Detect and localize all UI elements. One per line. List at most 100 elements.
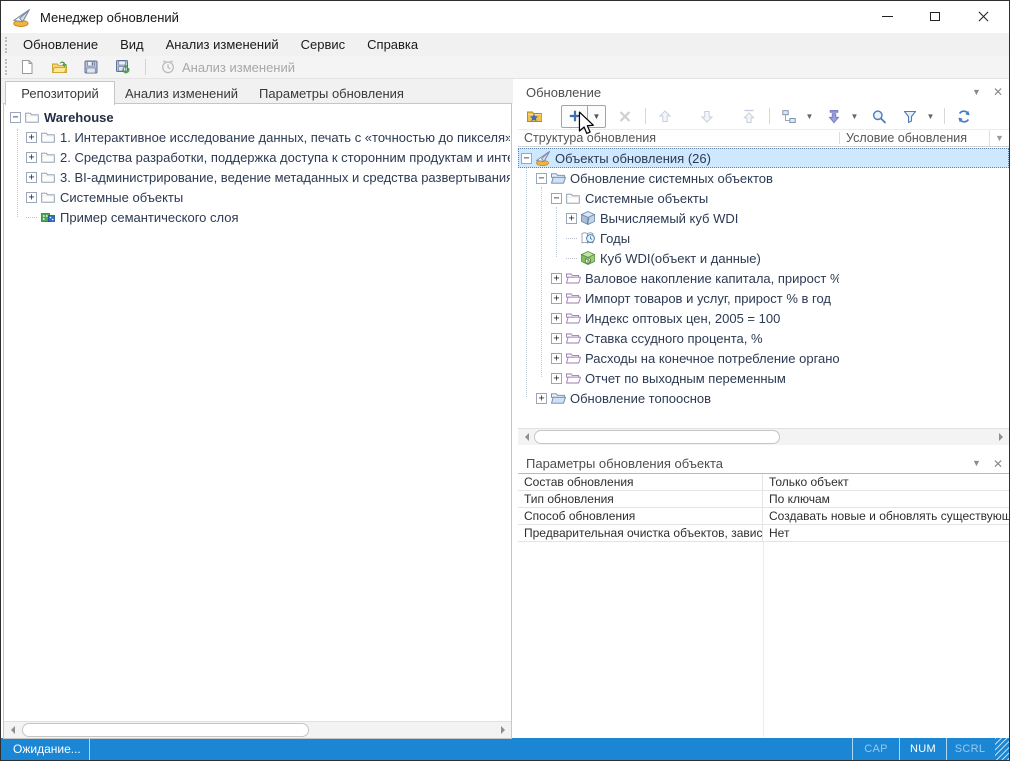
close-icon[interactable]: ✕ bbox=[993, 86, 1003, 98]
tree-row[interactable]: +1. Интерактивное исследование данных, п… bbox=[4, 127, 510, 147]
collapse-icon[interactable]: − bbox=[10, 112, 21, 123]
expand-icon[interactable]: + bbox=[551, 353, 562, 364]
tree-row[interactable]: +3. BI-администрирование, ведение метада… bbox=[4, 167, 510, 187]
chevron-down-icon[interactable]: ▼ bbox=[972, 459, 981, 468]
open-update-button[interactable] bbox=[44, 56, 74, 78]
tree-view-button-dropdown[interactable]: ▼ bbox=[803, 104, 816, 128]
tree-row[interactable]: +Отчет по выходным переменным bbox=[518, 368, 1009, 388]
save-update-button[interactable] bbox=[76, 56, 106, 78]
tab-repository[interactable]: Репозиторий bbox=[5, 81, 115, 105]
add-button[interactable]: ▼ bbox=[561, 105, 606, 128]
column-structure[interactable]: Структура обновления bbox=[524, 131, 656, 145]
tree-row[interactable]: Годы bbox=[518, 228, 1009, 248]
expand-icon[interactable]: + bbox=[551, 273, 562, 284]
expand-icon[interactable]: + bbox=[566, 213, 577, 224]
expand-icon[interactable]: + bbox=[551, 293, 562, 304]
tree-row[interactable]: −Warehouse bbox=[4, 107, 510, 127]
param-row[interactable]: Состав обновленияТолько объект bbox=[518, 474, 1009, 491]
new-update-button[interactable] bbox=[12, 56, 42, 78]
move-top-button[interactable] bbox=[736, 104, 762, 128]
minimize-icon bbox=[882, 16, 893, 17]
menu-item[interactable]: Вид bbox=[109, 34, 155, 56]
scroll-left-icon[interactable] bbox=[518, 429, 534, 445]
param-row[interactable]: Способ обновленияСоздавать новые и обнов… bbox=[518, 508, 1009, 525]
search-button[interactable] bbox=[866, 104, 892, 128]
close-button[interactable] bbox=[959, 1, 1007, 32]
tree-row[interactable]: +Ставка ссудного процента, % bbox=[518, 328, 1009, 348]
move-down-button[interactable] bbox=[694, 104, 720, 128]
expand-icon[interactable]: + bbox=[26, 192, 37, 203]
expand-icon[interactable]: + bbox=[551, 313, 562, 324]
chevron-down-icon[interactable]: ▼ bbox=[972, 88, 981, 97]
tree-row[interactable]: +Обновление топооснов bbox=[518, 388, 1009, 408]
scrollbar-thumb[interactable] bbox=[22, 723, 309, 737]
tree-row[interactable]: −Объекты обновления (26) bbox=[518, 148, 1009, 168]
column-divider[interactable] bbox=[839, 132, 840, 144]
expand-icon[interactable]: + bbox=[26, 132, 37, 143]
collapse-icon[interactable]: − bbox=[521, 153, 532, 164]
add-button[interactable] bbox=[561, 105, 588, 128]
add-update-object-button[interactable] bbox=[521, 104, 547, 128]
tree-row[interactable]: +Импорт товаров и услуг, прирост % в год bbox=[518, 288, 1009, 308]
save-all-button[interactable] bbox=[108, 56, 138, 78]
tree-row[interactable]: +Индекс оптовых цен, 2005 = 100 bbox=[518, 308, 1009, 328]
save-all-icon bbox=[115, 59, 131, 75]
collapse-icon[interactable]: − bbox=[551, 193, 562, 204]
param-value[interactable]: Только объект bbox=[763, 474, 1009, 490]
menu-item[interactable]: Обновление bbox=[12, 34, 109, 56]
add-button-dropdown[interactable]: ▼ bbox=[588, 105, 606, 128]
refresh-button[interactable] bbox=[951, 104, 977, 128]
expand-levels-button[interactable] bbox=[821, 104, 847, 128]
param-value[interactable]: Создавать новые и обновлять существующие bbox=[763, 508, 1009, 524]
analysis-changes-label: Анализ изменений bbox=[182, 60, 295, 75]
expand-icon[interactable]: + bbox=[536, 393, 547, 404]
menu-item[interactable]: Справка bbox=[356, 34, 429, 56]
expand-icon[interactable]: + bbox=[551, 373, 562, 384]
column-condition[interactable]: Условие обновления bbox=[846, 131, 967, 145]
scroll-right-icon[interactable] bbox=[495, 722, 511, 738]
tab-change-analysis[interactable]: Анализ изменений bbox=[115, 81, 248, 105]
scrollbar-thumb[interactable] bbox=[534, 430, 780, 444]
expand-icon[interactable]: + bbox=[551, 333, 562, 344]
tree-row[interactable]: −Системные объекты bbox=[518, 188, 1009, 208]
tree-view-button[interactable] bbox=[776, 104, 802, 128]
tree-row[interactable]: +Системные объекты bbox=[4, 187, 510, 207]
tree-row[interactable]: −Обновление системных объектов bbox=[518, 168, 1009, 188]
main-toolbar: Анализ изменений bbox=[1, 56, 1009, 79]
minimize-button[interactable] bbox=[863, 1, 911, 32]
tree-row[interactable]: +2. Средства разработки, поддержка досту… bbox=[4, 147, 510, 167]
resize-grip-icon[interactable] bbox=[995, 738, 1009, 760]
tree-row[interactable]: Пример семантического слоя bbox=[4, 207, 510, 227]
expand-icon[interactable]: + bbox=[26, 152, 37, 163]
tree-item-label: Валовое накопление капитала, прирост % в… bbox=[585, 271, 839, 286]
tree-row[interactable]: +Расходы на конечное потребление органов… bbox=[518, 348, 1009, 368]
repository-tree: −Warehouse+1. Интерактивное исследование… bbox=[4, 107, 510, 720]
maximize-button[interactable] bbox=[911, 1, 959, 32]
scroll-right-icon[interactable] bbox=[993, 429, 1009, 445]
tree-row[interactable]: + Валовое накопление капитала, прирост % … bbox=[518, 268, 1009, 288]
toolbar-grip[interactable] bbox=[5, 37, 8, 53]
filter-button-dropdown[interactable]: ▼ bbox=[924, 104, 937, 128]
tab-update-params[interactable]: Параметры обновления bbox=[248, 81, 415, 105]
param-row[interactable]: Предварительная очистка объектов, зависи… bbox=[518, 525, 1009, 542]
close-icon[interactable]: ✕ bbox=[993, 458, 1003, 470]
expand-levels-button-dropdown[interactable]: ▼ bbox=[848, 104, 861, 128]
collapse-icon[interactable]: − bbox=[536, 173, 547, 184]
param-row[interactable]: Тип обновленияПо ключам bbox=[518, 491, 1009, 508]
delete-button[interactable] bbox=[612, 104, 638, 128]
toolbar-grip[interactable] bbox=[5, 59, 8, 75]
move-up-button[interactable] bbox=[652, 104, 678, 128]
tree-row[interactable]: +fВычисляемый куб WDI bbox=[518, 208, 1009, 228]
repository-hscrollbar[interactable] bbox=[4, 721, 511, 738]
analysis-changes-button[interactable]: Анализ изменений bbox=[151, 59, 304, 75]
param-value[interactable]: По ключам bbox=[763, 491, 1009, 507]
menu-item[interactable]: Сервис bbox=[290, 34, 357, 56]
column-options-button[interactable]: ▼ bbox=[989, 130, 1009, 146]
param-value[interactable]: Нет bbox=[763, 525, 1009, 541]
filter-button[interactable] bbox=[897, 104, 923, 128]
menu-item[interactable]: Анализ изменений bbox=[155, 34, 290, 56]
scroll-left-icon[interactable] bbox=[4, 722, 20, 738]
expand-icon[interactable]: + bbox=[26, 172, 37, 183]
update-hscrollbar[interactable] bbox=[518, 428, 1009, 445]
tree-row[interactable]: Куб WDI(объект и данные) bbox=[518, 248, 1009, 268]
